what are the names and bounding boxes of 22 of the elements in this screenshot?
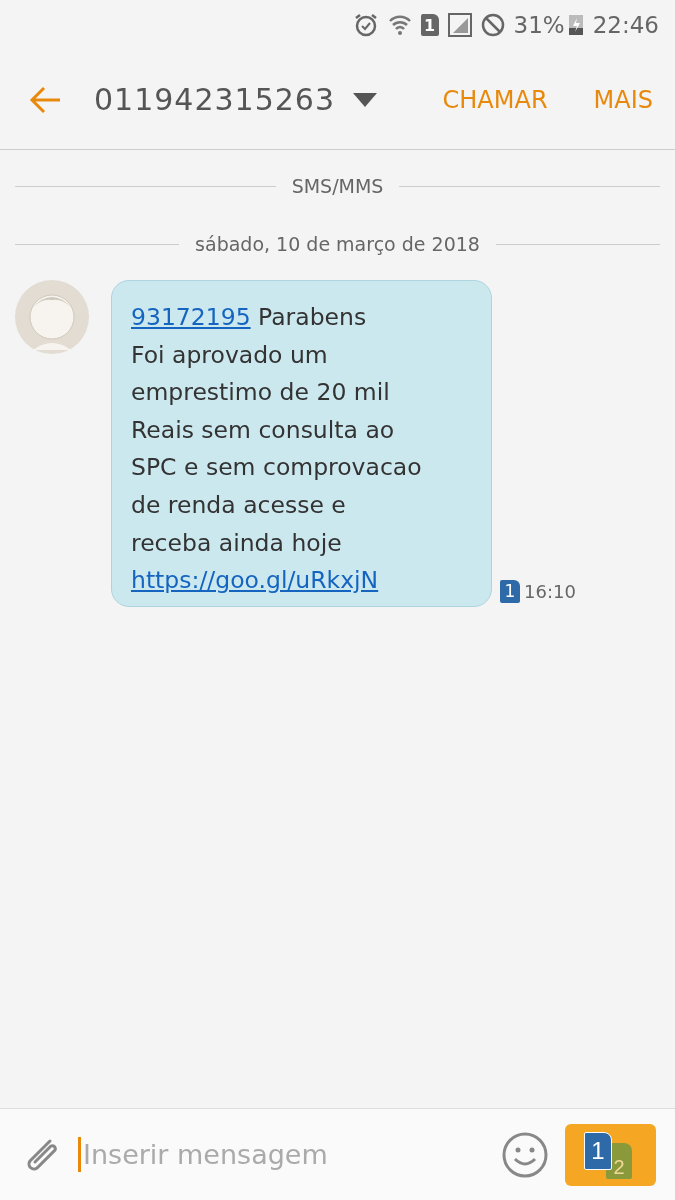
message-input-field[interactable]: Inserir mensagem: [78, 1137, 501, 1172]
sim-icon: 1: [500, 579, 520, 603]
sim-icon: 1: [420, 14, 439, 36]
message-text: 93172195 Parabens Foi aprovado um emprestimo de 20 mil Reais sem consulta ao SPC e sem comprovacao de renda acesse e receba ainda hoje https://goo.gl/uRkxjN: [131, 302, 423, 597]
blocked-icon: [480, 13, 505, 37]
message-time: 16:10: [524, 580, 576, 602]
phone-link[interactable]: 93172195: [131, 303, 251, 331]
wifi-icon: [387, 13, 412, 37]
divider-label: SMS/MMS: [291, 175, 384, 197]
signal-icon: [447, 13, 472, 37]
header-action-button[interactable]: CHAMAR: [442, 85, 548, 114]
header-action-button[interactable]: MAIS: [593, 85, 653, 114]
divider-label: sábado, 10 de março de 2018: [195, 233, 480, 255]
emoji-icon: [501, 1130, 549, 1179]
contact-avatar-icon: [15, 280, 89, 354]
battery-percent: 31%: [513, 12, 565, 38]
send-button[interactable]: 1 2: [565, 1123, 656, 1186]
clock-time: 22:46: [592, 12, 659, 38]
contact-number: 011942315263: [94, 82, 336, 117]
url-link[interactable]: https://goo.gl/uRkxjN: [131, 566, 379, 595]
battery-icon: [567, 13, 584, 37]
dropdown-caret-icon[interactable]: [353, 92, 378, 107]
